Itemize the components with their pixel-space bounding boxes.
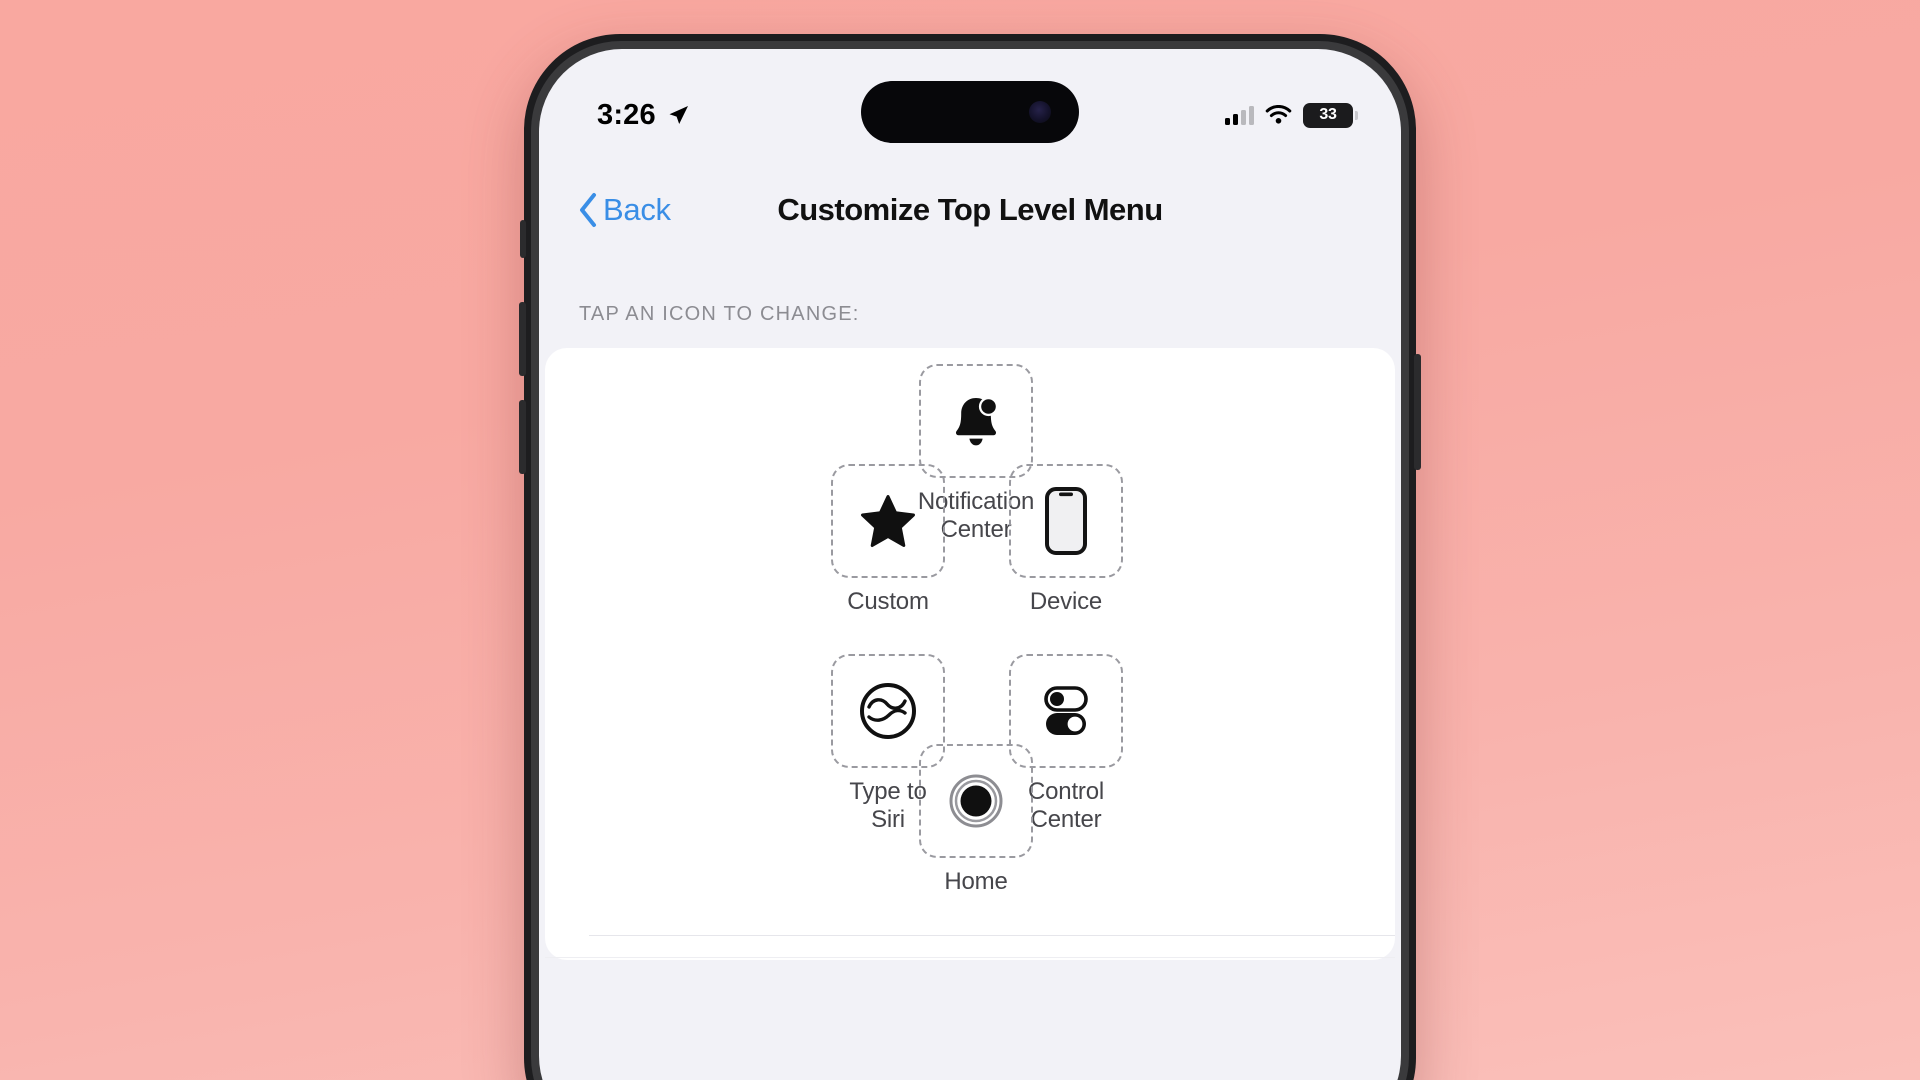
icon-tile-box[interactable] <box>919 364 1033 478</box>
front-camera-icon <box>1029 101 1051 123</box>
status-bar-right: 33 <box>1225 103 1353 128</box>
silent-switch-button[interactable] <box>520 220 526 258</box>
icon-tile-box[interactable] <box>831 464 945 578</box>
icon-tile-home[interactable]: Home <box>911 744 1041 896</box>
battery-percent-label: 33 <box>1319 106 1336 124</box>
chevron-left-icon <box>577 192 599 228</box>
dynamic-island[interactable] <box>861 81 1079 143</box>
star-icon <box>857 490 919 552</box>
home-button-icon <box>947 772 1005 830</box>
status-bar-left: 3:26 <box>597 99 690 132</box>
toggle-switches-icon <box>1035 680 1097 742</box>
pink-background: 3:26 <box>0 0 1920 1080</box>
main-content: TAP AN ICON TO CHANGE: <box>539 249 1401 1080</box>
phone-screen: 3:26 <box>539 49 1401 1080</box>
icon-tile-label: Custom <box>823 588 953 616</box>
icon-tile-box[interactable] <box>1009 464 1123 578</box>
back-button[interactable]: Back <box>577 192 671 228</box>
icon-grid-card: Notification Center <box>545 348 1395 960</box>
iphone-device-icon <box>1044 486 1088 556</box>
icon-tile-label: Home <box>911 868 1041 896</box>
navigation-bar: Back Customize Top Level Menu <box>539 171 1401 249</box>
volume-down-button[interactable] <box>519 400 526 474</box>
wifi-icon <box>1265 105 1292 125</box>
section-header: TAP AN ICON TO CHANGE: <box>539 249 1401 348</box>
bell-badge-icon <box>945 390 1007 452</box>
list-divider-bottom <box>545 957 1395 959</box>
iphone-device-frame: 3:26 <box>524 34 1416 1080</box>
power-button[interactable] <box>1414 354 1421 470</box>
icon-tile-device[interactable]: Device <box>1001 464 1131 616</box>
page-title: Customize Top Level Menu <box>777 192 1162 228</box>
siri-swirl-icon <box>858 681 918 741</box>
list-divider <box>589 935 1395 937</box>
icon-tile-custom[interactable]: Custom <box>823 464 953 616</box>
icon-tile-box[interactable] <box>919 744 1033 858</box>
battery-indicator: 33 <box>1303 103 1353 128</box>
icon-tile-label: Device <box>1001 588 1131 616</box>
cellular-bars-icon <box>1225 106 1254 125</box>
back-button-label: Back <box>603 192 671 228</box>
location-arrow-icon <box>666 103 690 127</box>
volume-up-button[interactable] <box>519 302 526 376</box>
status-bar-clock: 3:26 <box>597 99 656 132</box>
